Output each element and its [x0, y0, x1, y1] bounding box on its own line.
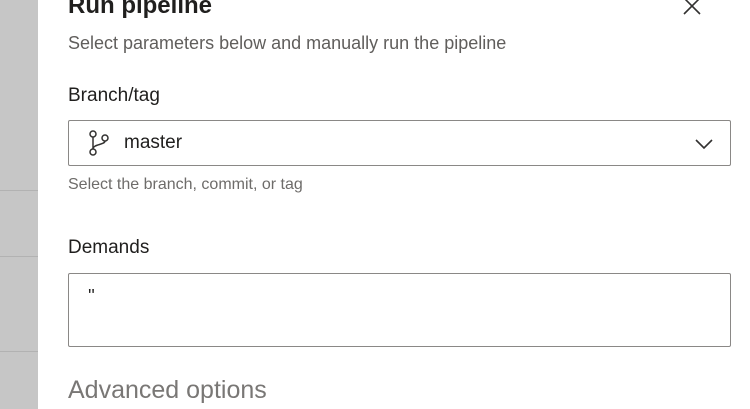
branch-helper-text: Select the branch, commit, or tag	[68, 176, 303, 193]
demands-input[interactable]: ''	[68, 273, 731, 347]
dialog-title: Run pipeline	[68, 0, 212, 19]
page: Run pipeline Select parameters below and…	[0, 0, 750, 409]
branch-dropdown[interactable]: master	[68, 120, 731, 166]
backdrop-divider	[0, 256, 38, 257]
demands-label: Demands	[68, 237, 150, 258]
branch-label: Branch/tag	[68, 85, 160, 106]
branch-icon	[86, 129, 112, 157]
page-backdrop[interactable]	[0, 0, 38, 409]
advanced-options-heading[interactable]: Advanced options	[68, 374, 267, 406]
close-icon	[683, 0, 701, 15]
chevron-down-icon	[694, 134, 714, 154]
close-button[interactable]	[678, 0, 706, 20]
dialog-subtitle: Select parameters below and manually run…	[68, 33, 507, 53]
branch-value: master	[124, 132, 183, 153]
backdrop-divider	[0, 190, 38, 191]
backdrop-divider	[0, 351, 38, 352]
run-pipeline-panel: Run pipeline Select parameters below and…	[38, 0, 750, 409]
